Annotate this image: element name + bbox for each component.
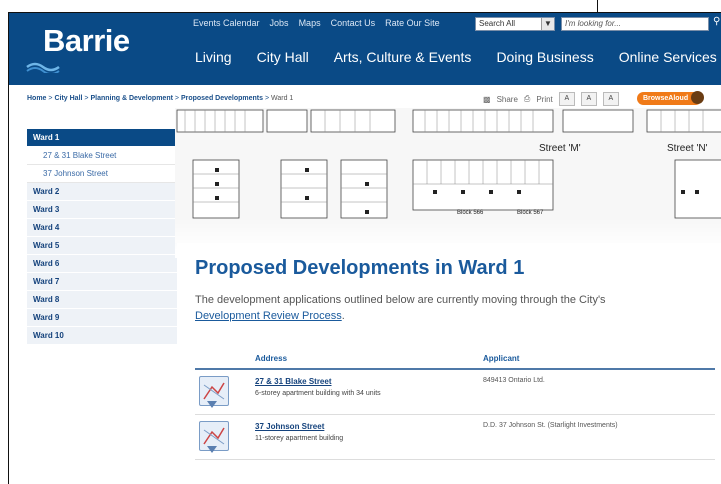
sidebar-item-ward-8[interactable]: Ward 8	[27, 291, 177, 309]
nav-city-hall[interactable]: City Hall	[257, 49, 309, 65]
breadcrumb: Home > City Hall > Planning & Developmen…	[27, 95, 293, 102]
util-events-calendar[interactable]: Events Calendar	[193, 18, 260, 28]
sidebar-subitem-johnson-street[interactable]: 37 Johnson Street	[27, 165, 177, 183]
page-title: Proposed Developments in Ward 1	[195, 257, 525, 279]
crumb-sep: >	[264, 95, 270, 102]
font-size-small[interactable]: A	[558, 92, 575, 106]
pin-pointer-icon	[207, 446, 217, 453]
sidebar-item-ward-10[interactable]: Ward 10	[27, 327, 177, 345]
share-icon[interactable]: ▩	[483, 95, 491, 104]
sidebar-item-ward-4[interactable]: Ward 4	[27, 219, 177, 237]
main-content: Proposed Developments in Ward 1 The deve…	[195, 257, 715, 324]
logo-text: Barrie	[43, 23, 130, 58]
print-icon[interactable]: ⎙	[524, 94, 530, 104]
nav-doing-business[interactable]: Doing Business	[496, 49, 593, 65]
nav-living[interactable]: Living	[195, 49, 232, 65]
search-placeholder: I'm looking for...	[565, 19, 621, 28]
map-fade-overlay	[175, 218, 721, 258]
applicant-name: 849413 Ontario Ltd.	[483, 377, 545, 384]
address-link[interactable]: 27 & 31 Blake Street	[255, 377, 332, 386]
table-row: 37 Johnson Street 11-storey apartment bu…	[195, 415, 715, 460]
applicant-name: D.D. 37 Johnson St. (Starlight Investmen…	[483, 422, 618, 429]
crumb-planning[interactable]: Planning & Development	[90, 95, 172, 102]
browsealoud-icon	[691, 91, 705, 104]
intro-after: .	[341, 310, 345, 322]
header-address: Address	[255, 354, 288, 363]
crumb-city-hall[interactable]: City Hall	[54, 95, 82, 102]
header-applicant: Applicant	[483, 354, 520, 363]
browsealoud-label: BrowseAloud	[643, 95, 689, 102]
main-nav: Living City Hall Arts, Culture & Events …	[195, 49, 721, 65]
search-icon[interactable]: ⚲	[713, 16, 720, 27]
search-input[interactable]: I'm looking for...	[561, 17, 709, 31]
search-scope-value: Search All	[479, 19, 516, 28]
utility-nav: Events Calendar Jobs Maps Contact Us Rat…	[193, 18, 440, 28]
intro-before: The development applications outlined be…	[195, 294, 606, 306]
font-size-medium[interactable]: A	[580, 92, 597, 106]
sidebar-item-ward-9[interactable]: Ward 9	[27, 309, 177, 327]
sidebar-item-ward-2[interactable]: Ward 2	[27, 183, 177, 201]
sidebar-item-ward-3[interactable]: Ward 3	[27, 201, 177, 219]
development-description: 6-storey apartment building with 34 unit…	[255, 390, 381, 397]
nav-arts-culture-events[interactable]: Arts, Culture & Events	[334, 49, 472, 65]
util-maps[interactable]: Maps	[299, 18, 321, 28]
crumb-home[interactable]: Home	[27, 95, 46, 102]
pin-pointer-icon	[207, 401, 217, 408]
crumb-sep: >	[48, 95, 53, 102]
page-tools: ▩ Share ⎙ Print A A A	[483, 92, 619, 106]
util-jobs[interactable]: Jobs	[270, 18, 289, 28]
sidebar-item-ward-6[interactable]: Ward 6	[27, 255, 177, 273]
util-contact-us[interactable]: Contact Us	[331, 18, 376, 28]
development-description: 11-storey apartment building	[255, 435, 344, 442]
sidebar-item-ward-5[interactable]: Ward 5	[27, 237, 177, 255]
map-street-n-label: Street 'N'	[667, 143, 708, 154]
chevron-down-icon: ▼	[541, 18, 554, 30]
print-link[interactable]: Print	[536, 95, 552, 104]
map-street-m-label: Street 'M'	[539, 143, 581, 154]
crumb-proposed[interactable]: Proposed Developments	[181, 95, 263, 102]
table-row: 27 & 31 Blake Street 6-storey apartment …	[195, 370, 715, 415]
development-review-process-link[interactable]: Development Review Process	[195, 310, 342, 322]
map-block-b-label: Block 567	[517, 210, 544, 216]
sidebar-subitem-blake-street[interactable]: 27 & 31 Blake Street	[27, 147, 177, 165]
font-size-large[interactable]: A	[602, 92, 619, 106]
sidebar-item-ward-7[interactable]: Ward 7	[27, 273, 177, 291]
barrie-logo[interactable]: Barrie	[23, 21, 143, 77]
crumb-current: Ward 1	[271, 95, 294, 102]
developments-table: Address Applicant 27 & 31 Blake Street 6…	[195, 352, 715, 460]
share-link[interactable]: Share	[497, 95, 518, 104]
browser-viewport: Barrie Events Calendar Jobs Maps Contact…	[8, 12, 721, 484]
crumb-sep: >	[174, 95, 179, 102]
crumb-sep: >	[84, 95, 89, 102]
map-block-a-label: Block 566	[457, 210, 484, 216]
wave-icon	[26, 62, 60, 73]
address-link[interactable]: 37 Johnson Street	[255, 422, 324, 431]
search-scope-select[interactable]: Search All ▼	[475, 17, 555, 31]
table-header: Address Applicant	[195, 352, 715, 370]
site-header: Barrie Events Calendar Jobs Maps Contact…	[9, 13, 721, 85]
nav-online-services[interactable]: Online Services	[619, 49, 717, 65]
sidebar-item-ward-1[interactable]: Ward 1	[27, 129, 177, 147]
frame-tick	[597, 0, 598, 12]
util-rate-our-site[interactable]: Rate Our Site	[385, 18, 440, 28]
intro-text: The development applications outlined be…	[195, 292, 635, 324]
ward-sidebar: Ward 1 27 & 31 Blake Street 37 Johnson S…	[27, 129, 177, 345]
browsealoud-button[interactable]: BrowseAloud	[637, 91, 705, 105]
